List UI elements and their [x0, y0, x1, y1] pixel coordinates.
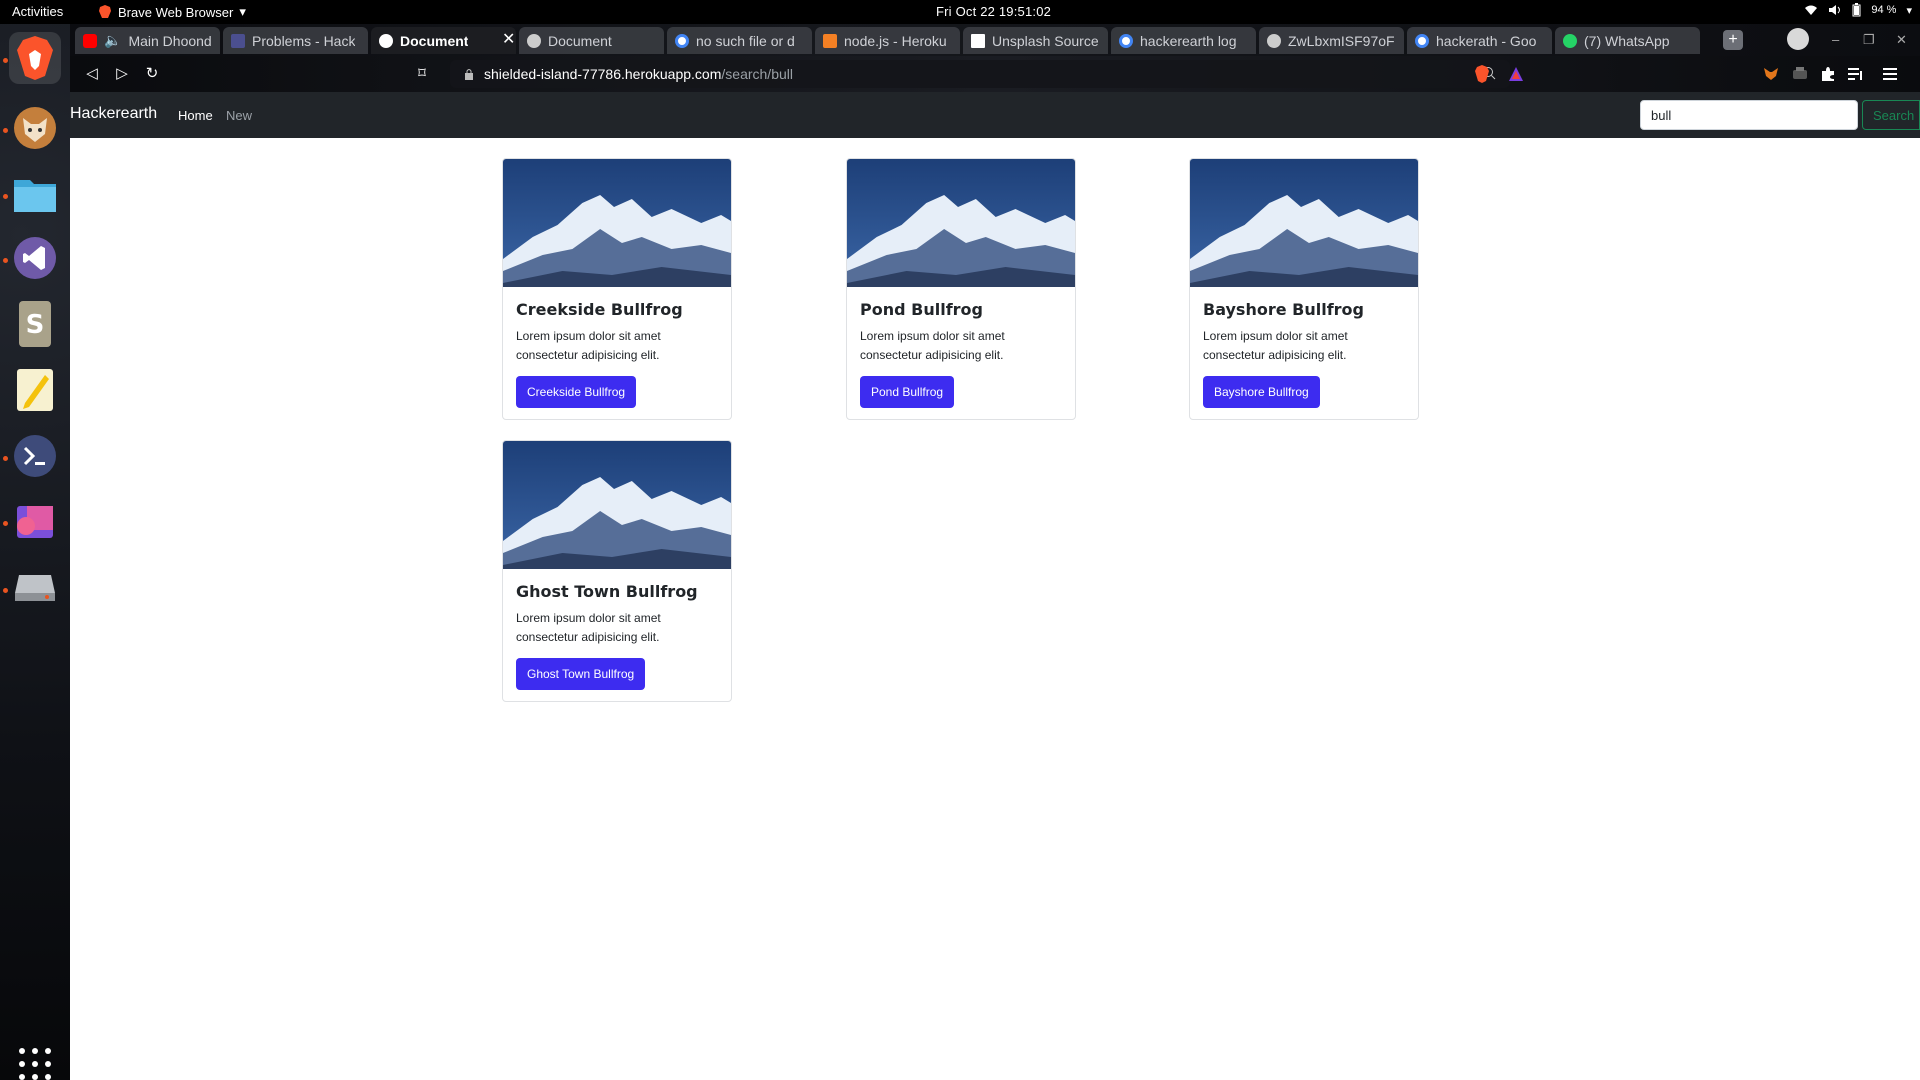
- result-card: Bayshore Bullfrog Lorem ipsum dolor sit …: [1189, 158, 1419, 420]
- activities-button[interactable]: Activities: [12, 4, 63, 19]
- profile-avatar[interactable]: [1787, 28, 1809, 50]
- minimize-window-icon[interactable]: –: [1832, 32, 1839, 47]
- brave-shields-icon[interactable]: [1472, 64, 1492, 84]
- reload-icon[interactable]: ↻: [142, 64, 162, 84]
- result-card: Pond Bullfrog Lorem ipsum dolor sit amet…: [846, 158, 1076, 420]
- wifi-icon: [1805, 5, 1818, 15]
- stackoverflow-icon: [823, 33, 837, 48]
- card-text: Lorem ipsum dolor sit amet consectetur a…: [860, 329, 1005, 362]
- battery-icon: [1852, 3, 1861, 17]
- close-tab-icon[interactable]: ✕: [502, 29, 515, 49]
- puzzle-piece-icon[interactable]: [1818, 64, 1838, 84]
- card-button[interactable]: Pond Bullfrog: [860, 376, 955, 408]
- google-icon: [675, 33, 689, 48]
- new-tab-button[interactable]: +: [1723, 30, 1743, 50]
- url-host: shielded-island-77786.herokuapp.com: [484, 66, 722, 82]
- vscode-icon[interactable]: [9, 232, 61, 284]
- result-card: Creekside Bullfrog Lorem ipsum dolor sit…: [502, 158, 732, 420]
- whatsapp-icon: [1563, 33, 1577, 48]
- hackerearth-icon: [231, 33, 245, 48]
- site-brand[interactable]: Hackerearth: [70, 105, 157, 123]
- app-menu-label: Brave Web Browser: [118, 4, 234, 20]
- web-page: Hackerearth Home New Search Creekside Bu…: [70, 92, 1920, 1080]
- chevron-down-icon: ▾: [239, 4, 246, 19]
- search-input[interactable]: [1640, 100, 1858, 130]
- tab-8[interactable]: hackerearth log: [1111, 27, 1256, 54]
- hamburger-menu-icon[interactable]: [1880, 64, 1900, 84]
- system-top-bar: Activities Brave Web Browser ▾ Fri Oct 2…: [0, 0, 1920, 24]
- bookmark-icon[interactable]: ⌑: [412, 64, 432, 84]
- browser-toolbar: ◁ ▷ ↻ ⌑ shielded-island-77786.herokuapp.…: [70, 56, 1920, 92]
- restore-window-icon[interactable]: ❐: [1863, 32, 1875, 48]
- extension-icon[interactable]: [1790, 64, 1810, 84]
- disk-drive-icon[interactable]: [9, 562, 61, 614]
- tab-9[interactable]: ZwLbxmISF97oF: [1259, 27, 1404, 54]
- nav-link-home[interactable]: Home: [178, 108, 213, 123]
- youtube-icon: [83, 33, 97, 48]
- show-applications-icon[interactable]: [18, 1047, 52, 1080]
- tab-3-active[interactable]: Document: [371, 27, 516, 54]
- tab-5[interactable]: no such file or d: [667, 27, 812, 54]
- app-menu[interactable]: Brave Web Browser ▾: [98, 4, 246, 20]
- text-editor-icon[interactable]: [9, 364, 61, 416]
- battery-percent: 94 %: [1871, 4, 1897, 16]
- tab-7[interactable]: Unsplash Source: [963, 27, 1108, 54]
- card-button[interactable]: Ghost Town Bullfrog: [516, 658, 646, 690]
- tab-2[interactable]: Problems - Hack: [223, 27, 368, 54]
- brave-lion-icon: [99, 5, 111, 18]
- system-tray[interactable]: 94 % ▾: [1804, 3, 1912, 17]
- metamask-fox-icon[interactable]: [1761, 64, 1781, 84]
- tab-6[interactable]: node.js - Heroku: [815, 27, 960, 54]
- search-button[interactable]: Search: [1862, 100, 1920, 130]
- forward-icon[interactable]: ▷: [112, 64, 132, 84]
- gitlab-fox-icon[interactable]: [9, 102, 61, 154]
- dock: S: [0, 24, 70, 1080]
- brave-browser-icon[interactable]: [9, 32, 61, 84]
- card-text: Lorem ipsum dolor sit amet consectetur a…: [516, 611, 661, 644]
- tab-1[interactable]: 🔈 Main Dhoond: [75, 27, 220, 54]
- screenshot-app-icon[interactable]: [9, 496, 61, 548]
- sublime-text-icon[interactable]: S: [9, 298, 61, 350]
- mountain-image: [503, 159, 731, 287]
- card-title: Ghost Town Bullfrog: [516, 582, 698, 601]
- tab-10[interactable]: hackerath - Goo: [1407, 27, 1552, 54]
- nav-link-new[interactable]: New: [226, 108, 252, 123]
- browser-tab-strip: 🔈 Main Dhoond Problems - Hack Document ✕…: [70, 24, 1920, 56]
- result-card: Ghost Town Bullfrog Lorem ipsum dolor si…: [502, 440, 732, 702]
- reading-list-icon[interactable]: [1846, 64, 1866, 84]
- card-title: Creekside Bullfrog: [516, 300, 683, 319]
- back-icon[interactable]: ◁: [82, 64, 102, 84]
- card-text: Lorem ipsum dolor sit amet consectetur a…: [516, 329, 661, 362]
- card-title: Bayshore Bullfrog: [1203, 300, 1364, 319]
- globe-icon: [379, 33, 393, 48]
- unsplash-icon: [971, 33, 985, 48]
- tab-4[interactable]: Document: [519, 27, 664, 54]
- lock-icon: [465, 69, 473, 80]
- files-folder-icon[interactable]: [9, 168, 61, 220]
- site-navbar: Hackerearth Home New Search: [70, 92, 1920, 138]
- power-menu-icon: ▾: [1906, 4, 1912, 17]
- svg-text:S: S: [26, 310, 45, 340]
- clock[interactable]: Fri Oct 22 19:51:02: [936, 4, 1051, 19]
- globe-icon: [1267, 33, 1281, 48]
- mountain-image: [1190, 159, 1418, 287]
- google-icon: [1119, 33, 1133, 48]
- volume-icon: [1829, 5, 1841, 15]
- mountain-image: [847, 159, 1075, 287]
- address-bar[interactable]: shielded-island-77786.herokuapp.com/sear…: [450, 60, 1510, 88]
- brave-rewards-icon[interactable]: [1506, 64, 1526, 84]
- close-window-icon[interactable]: ✕: [1896, 32, 1907, 48]
- card-button[interactable]: Bayshore Bullfrog: [1203, 376, 1320, 408]
- globe-icon: [527, 33, 541, 48]
- card-button[interactable]: Creekside Bullfrog: [516, 376, 637, 408]
- google-icon: [1415, 33, 1429, 48]
- url-path: /search/bull: [721, 66, 793, 82]
- mountain-image: [503, 441, 731, 569]
- tab-11[interactable]: (7) WhatsApp: [1555, 27, 1700, 54]
- terminal-icon[interactable]: [9, 430, 61, 482]
- card-text: Lorem ipsum dolor sit amet consectetur a…: [1203, 329, 1348, 362]
- speaker-icon: 🔈: [104, 32, 122, 48]
- card-title: Pond Bullfrog: [860, 300, 983, 319]
